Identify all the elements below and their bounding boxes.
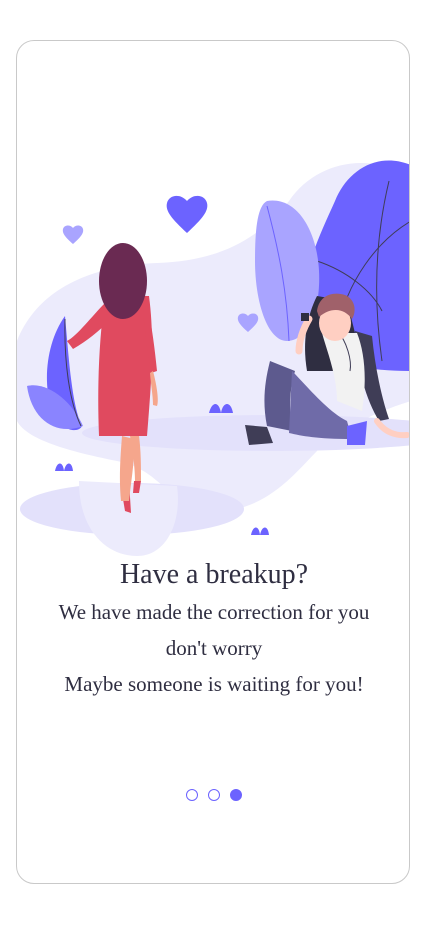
heart-icon [62, 225, 84, 244]
onboarding-card: Have a breakup? We have made the correct… [16, 40, 410, 884]
page-indicator [17, 789, 409, 801]
page-dot-3-active[interactable] [230, 789, 242, 801]
breakup-illustration [17, 160, 409, 556]
onboarding-description-line-1: We have made the correction for you [58, 600, 370, 624]
heart-icon [166, 195, 208, 233]
onboarding-description-line-3: Maybe someone is waiting for you! [64, 672, 364, 696]
page-dot-1[interactable] [186, 789, 198, 801]
page-dot-2[interactable] [208, 789, 220, 801]
onboarding-description-line-2: don't worry [165, 636, 263, 660]
onboarding-title: Have a breakup? [119, 559, 309, 590]
